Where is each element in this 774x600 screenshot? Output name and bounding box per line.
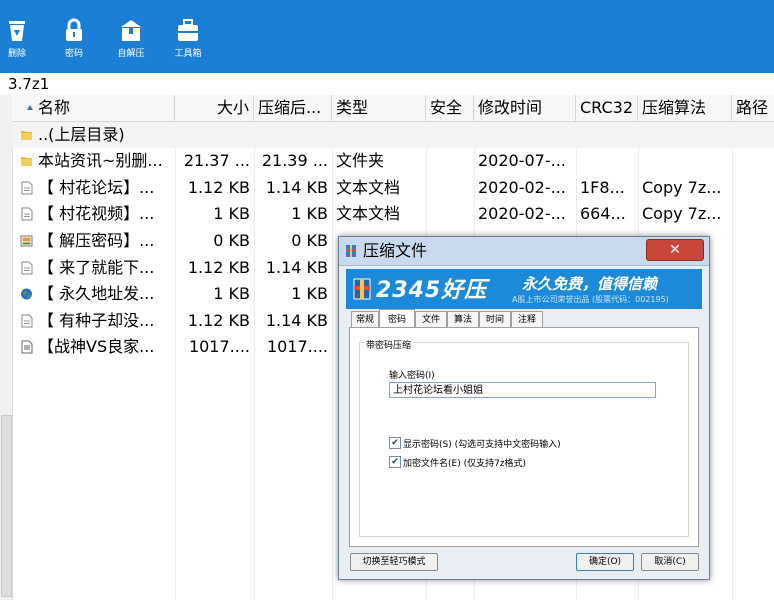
column-packed[interactable]: 压缩后...: [254, 95, 332, 121]
text-file-icon: [21, 314, 33, 328]
password-button[interactable]: 密码: [54, 17, 94, 60]
text-file-icon: [21, 207, 33, 221]
column-modified[interactable]: 修改时间: [474, 95, 576, 121]
file-size: 1 KB: [213, 204, 250, 223]
folder-icon: [21, 157, 32, 166]
file-packed-size: 1.14 KB: [265, 178, 328, 197]
column-name[interactable]: 名称: [12, 95, 175, 121]
file-name: 【 永久地址发...: [38, 284, 155, 303]
column-path[interactable]: 路径: [732, 95, 774, 121]
tab-comment[interactable]: 注释: [511, 311, 543, 328]
file-type: 文件夹: [336, 151, 385, 170]
folder-icon: [21, 131, 32, 140]
file-size: 1.12 KB: [187, 178, 250, 197]
column-size[interactable]: 大小: [175, 95, 254, 121]
password-panel: 带密码压缩 输入密码(I) 上村花论坛看小姐姐 ✔ 显示密码(S) (勾选可支持…: [349, 327, 699, 547]
file-packed-size: 1 KB: [291, 284, 328, 303]
file-size: 1.12 KB: [187, 258, 250, 277]
toolbox-icon: [178, 19, 198, 41]
file-name: 【 村花视频】...: [38, 204, 155, 223]
file-method: Copy 7z...: [642, 204, 722, 223]
tab-general[interactable]: 常规: [351, 311, 379, 328]
table-row[interactable]: 【 村花视频】... 1 KB 1 KB 文本文档 2020-02-... 66…: [12, 201, 774, 227]
file-size: 1 KB: [213, 284, 250, 303]
globe-icon: [21, 288, 32, 300]
self-extract-button[interactable]: 自解压: [111, 17, 151, 60]
document-icon: [21, 340, 33, 354]
file-crc: 664...: [580, 204, 626, 223]
encrypt-names-label: 加密文件名(E) (仅支持7z格式): [403, 459, 527, 469]
file-packed-size: 0 KB: [291, 231, 328, 250]
column-method[interactable]: 压缩算法: [638, 95, 732, 121]
password-label: 输入密码(I): [389, 371, 435, 381]
compress-dialog: 压缩文件 ✕ 2345好压 永久免费，值得信赖 A股上市公司荣誉出品 (股票代码…: [338, 236, 710, 580]
file-packed-size: 1.14 KB: [265, 258, 328, 277]
switch-mode-button[interactable]: 切换至轻巧模式: [350, 553, 438, 571]
text-file-icon: [21, 261, 33, 275]
file-list-header: 名称 大小 压缩后... 类型 安全 修改时间 CRC32 压缩算法 路径: [12, 95, 774, 122]
encrypt-names-checkbox[interactable]: ✔: [389, 456, 401, 468]
brand-banner: 2345好压 永久免费，值得信赖 A股上市公司荣誉出品 (股票代码：002195…: [346, 269, 702, 309]
lock-icon: [66, 18, 82, 41]
file-packed-size: 21.39 ...: [261, 151, 328, 170]
file-modified: 2020-07-...: [478, 151, 566, 170]
dialog-title: 压缩文件: [363, 241, 428, 260]
table-row[interactable]: ..(上层目录): [12, 122, 774, 148]
password-input[interactable]: 上村花论坛看小姐姐: [389, 382, 656, 398]
sort-ascending-icon: [27, 105, 33, 110]
brand-name: 2345好压: [376, 278, 488, 303]
file-size: 0 KB: [213, 231, 250, 250]
file-packed-size: 1 KB: [291, 204, 328, 223]
file-modified: 2020-02-...: [478, 178, 566, 197]
text-file-icon: [21, 181, 33, 195]
file-name: 【 解压密码】...: [38, 231, 155, 250]
file-name: 【 来了就能下...: [38, 258, 155, 277]
image-file-icon: [20, 235, 33, 247]
file-name: 【战神VS良家...: [38, 337, 155, 356]
dialog-titlebar[interactable]: 压缩文件 ✕: [339, 237, 709, 266]
file-size: 21.37 ...: [183, 151, 250, 170]
file-packed-size: 1017....: [266, 337, 328, 356]
column-security[interactable]: 安全: [426, 95, 474, 121]
scrollbar-thumb[interactable]: [1, 415, 12, 597]
tab-time[interactable]: 时间: [479, 311, 511, 328]
close-button[interactable]: ✕: [646, 239, 704, 261]
file-name: 本站资讯~别删...: [38, 151, 163, 170]
table-row[interactable]: 【 村花论坛】... 1.12 KB 1.14 KB 文本文档 2020-02-…: [12, 175, 774, 201]
file-packed-size: 1.14 KB: [265, 311, 328, 330]
toolbar: 删除 密码 自解压 工具箱: [0, 0, 774, 73]
toolbox-button[interactable]: 工具箱: [168, 17, 208, 60]
logo-icon: [353, 278, 371, 300]
file-crc: 1F8...: [580, 178, 625, 197]
package-icon: [121, 20, 141, 41]
column-crc32[interactable]: CRC32: [576, 95, 638, 121]
file-type: 文本文档: [336, 178, 401, 197]
archive-icon: [346, 245, 356, 257]
table-row[interactable]: 本站资讯~别删... 21.37 ... 21.39 ... 文件夹 2020-…: [12, 148, 774, 174]
show-password-checkbox[interactable]: ✔: [389, 437, 401, 449]
path-bar: 3.7z1: [0, 73, 774, 95]
tab-files[interactable]: 文件: [415, 311, 447, 328]
brand-subline: A股上市公司荣誉出品 (股票代码：002195): [512, 295, 669, 304]
file-method: Copy 7z...: [642, 178, 722, 197]
file-size: 1.12 KB: [187, 311, 250, 330]
group-label: 带密码压缩: [364, 338, 414, 351]
ok-button[interactable]: 确定(O): [576, 553, 634, 571]
delete-button[interactable]: 删除: [0, 17, 37, 60]
file-type: 文本文档: [336, 204, 401, 223]
file-name: 【 有种子却没...: [38, 311, 155, 330]
archive-path: 3.7z1: [8, 75, 50, 93]
tab-algorithm[interactable]: 算法: [447, 311, 479, 328]
tab-password[interactable]: 密码: [379, 309, 415, 329]
column-type[interactable]: 类型: [332, 95, 426, 121]
recycle-bin-icon: [9, 21, 25, 41]
show-password-label: 显示密码(S) (勾选可支持中文密码输入): [403, 440, 561, 450]
file-name: 【 村花论坛】...: [38, 178, 155, 197]
brand-slogan: 永久免费，值得信赖: [522, 275, 658, 293]
cancel-button[interactable]: 取消(C): [641, 553, 699, 571]
file-modified: 2020-02-...: [478, 204, 566, 223]
file-name: ..(上层目录): [38, 125, 125, 144]
file-size: 1017....: [188, 337, 250, 356]
